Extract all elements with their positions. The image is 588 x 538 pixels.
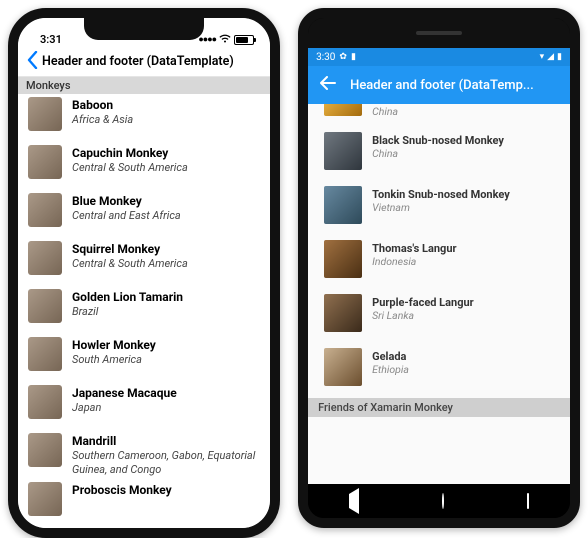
item-location: Japan: [72, 401, 177, 414]
iphone-notch: [84, 18, 204, 40]
iphone-screen: 3:31 ●●●● Header and footer (DataTemplat…: [18, 18, 270, 528]
wifi-icon: ▾: [540, 52, 545, 62]
android-app-bar: Header and footer (DataTemp...: [308, 66, 570, 104]
item-location: Southern Cameroon, Gabon, Equatorial Gui…: [72, 449, 260, 475]
item-thumbnail: [28, 337, 62, 371]
item-name: Purple-faced Langur: [372, 296, 474, 309]
back-button[interactable]: [26, 51, 38, 72]
ios-list[interactable]: Monkeys Baboon Africa & Asia Capuchin Mo…: [18, 77, 270, 528]
item-location: Vietnam: [372, 202, 510, 215]
item-location: South America: [72, 353, 156, 366]
android-bezel: [308, 18, 570, 48]
list-item[interactable]: Blue Monkey Central and East Africa: [18, 190, 270, 238]
item-name: Gelada: [372, 350, 409, 363]
item-name: Blue Monkey: [72, 194, 181, 208]
list-item[interactable]: Purple-faced Langur Sri Lanka: [308, 290, 570, 344]
item-name: Proboscis Monkey: [72, 483, 172, 497]
item-thumbnail: [28, 433, 62, 467]
list-item[interactable]: China: [308, 104, 570, 128]
item-location: Central & South America: [72, 257, 188, 270]
item-thumbnail: [28, 97, 62, 131]
list-item[interactable]: Thomas's Langur Indonesia: [308, 236, 570, 290]
item-thumbnail: [28, 482, 62, 516]
item-thumbnail: [28, 193, 62, 227]
item-name: Thomas's Langur: [372, 242, 456, 255]
item-location: Indonesia: [372, 256, 456, 269]
item-thumbnail: [324, 294, 362, 332]
item-name: Howler Monkey: [72, 338, 156, 352]
android-status-time: 3:30: [316, 52, 335, 63]
notification-icon: ▮: [351, 52, 356, 62]
item-name: Baboon: [72, 98, 133, 112]
iphone-device: 3:31 ●●●● Header and footer (DataTemplat…: [8, 8, 280, 538]
item-location: Central and East Africa: [72, 209, 181, 222]
list-item[interactable]: Capuchin Monkey Central & South America: [18, 142, 270, 190]
item-thumbnail: [28, 241, 62, 275]
item-location: Africa & Asia: [72, 113, 133, 126]
list-item[interactable]: Gelada Ethiopia: [308, 344, 570, 398]
item-location: Central & South America: [72, 161, 188, 174]
item-location: Sri Lanka: [372, 310, 474, 323]
android-status-bar: 3:30 ✿ ▮ ▾ ◢ ▮: [308, 48, 570, 66]
list-item[interactable]: Mandrill Southern Cameroon, Gabon, Equat…: [18, 430, 270, 479]
gear-icon: ✿: [339, 52, 347, 62]
item-location: China: [372, 148, 504, 161]
item-location: Ethiopia: [372, 364, 409, 377]
back-button[interactable]: [320, 76, 336, 94]
signal-icon: ●●●●: [198, 34, 216, 45]
item-thumbnail: [28, 385, 62, 419]
item-name: Tonkin Snub-nosed Monkey: [372, 188, 510, 201]
item-thumbnail: [324, 104, 362, 116]
list-item[interactable]: Golden Lion Tamarin Brazil: [18, 286, 270, 334]
list-item[interactable]: Japanese Macaque Japan: [18, 382, 270, 430]
item-name: Black Snub-nosed Monkey: [372, 134, 504, 147]
page-title: Header and footer (DataTemp...: [350, 78, 534, 93]
list-header: Monkeys: [18, 77, 270, 94]
item-name: Mandrill: [72, 434, 260, 448]
list-item[interactable]: Squirrel Monkey Central & South America: [18, 238, 270, 286]
ios-status-time: 3:31: [40, 33, 62, 46]
list-item[interactable]: Baboon Africa & Asia: [18, 94, 270, 142]
list-item[interactable]: Black Snub-nosed Monkey China: [308, 128, 570, 182]
item-thumbnail: [324, 348, 362, 386]
item-location: China: [372, 106, 398, 119]
item-thumbnail: [28, 145, 62, 179]
item-thumbnail: [324, 240, 362, 278]
list-footer: Friends of Xamarin Monkey: [308, 398, 570, 417]
ios-navigation-bar: Header and footer (DataTemplate): [18, 46, 270, 77]
item-thumbnail: [28, 289, 62, 323]
item-location: Brazil: [72, 305, 183, 318]
list-item[interactable]: Proboscis Monkey: [18, 479, 270, 527]
item-name: Japanese Macaque: [72, 386, 177, 400]
item-thumbnail: [324, 186, 362, 224]
list-item[interactable]: Howler Monkey South America: [18, 334, 270, 382]
list-item[interactable]: Tonkin Snub-nosed Monkey Vietnam: [308, 182, 570, 236]
android-screen: 3:30 ✿ ▮ ▾ ◢ ▮ Header and footer (DataTe…: [308, 48, 570, 484]
nav-recent-button[interactable]: [527, 494, 529, 508]
battery-icon: ▮: [557, 52, 562, 62]
android-device: 3:30 ✿ ▮ ▾ ◢ ▮ Header and footer (DataTe…: [298, 8, 580, 528]
page-title: Header and footer (DataTemplate): [42, 54, 234, 69]
wifi-icon: [219, 33, 231, 46]
nav-back-button[interactable]: [349, 494, 359, 508]
nav-home-button[interactable]: [442, 494, 444, 508]
item-name: Golden Lion Tamarin: [72, 290, 183, 304]
item-name: Capuchin Monkey: [72, 146, 188, 160]
android-list[interactable]: China Black Snub-nosed Monkey China Tonk…: [308, 104, 570, 484]
android-nav-bar: [308, 484, 570, 518]
battery-icon: [234, 35, 254, 45]
item-name: Squirrel Monkey: [72, 242, 188, 256]
item-thumbnail: [324, 132, 362, 170]
signal-icon: ◢: [547, 52, 554, 62]
